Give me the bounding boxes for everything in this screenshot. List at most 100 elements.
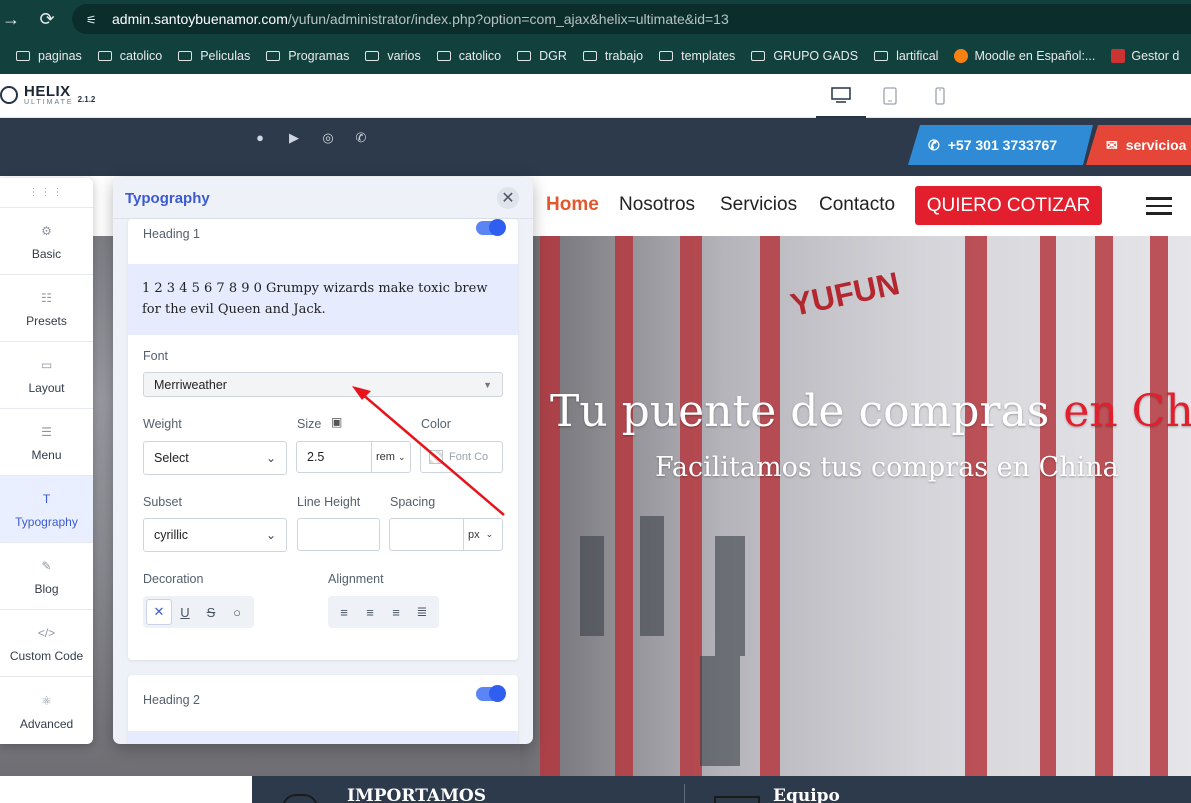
font-select[interactable]: Merriweather ▼ (143, 372, 503, 397)
no-decoration-icon[interactable]: ✕ (146, 599, 172, 625)
overline-icon[interactable]: ○ (224, 599, 250, 625)
decoration-label: Decoration (143, 572, 204, 586)
nav-contacto[interactable]: Contacto (819, 194, 895, 216)
youtube-icon[interactable]: ▶ (286, 130, 302, 146)
close-icon[interactable]: ✕ (497, 187, 519, 209)
spacing-unit-select[interactable]: px ⌄ (463, 518, 503, 551)
weight-select[interactable]: Select ⌄ (143, 441, 287, 475)
hero-title: Tu puente de compras en Chi (550, 386, 1191, 437)
window (700, 656, 740, 766)
heading1-label: Heading 1 (143, 227, 200, 241)
nav-home[interactable]: Home (546, 194, 599, 216)
line-height-input[interactable] (297, 518, 380, 551)
banner-stripe (760, 236, 780, 776)
instagram-icon[interactable]: ◎ (320, 130, 336, 146)
banner-stripe (1095, 236, 1113, 776)
strikethrough-icon[interactable]: S (198, 599, 224, 625)
sidebar-item-custom-code[interactable]: </> Custom Code (0, 610, 93, 677)
helix-logo-icon (0, 86, 18, 104)
browser-address-bar: → ⟳ ⚟ admin.santoybuenamor.com/yufun/adm… (0, 0, 1191, 38)
reload-icon[interactable]: ⟳ (36, 9, 58, 30)
banner-stripe (1150, 236, 1168, 776)
bookmark-item[interactable]: Programas (266, 49, 349, 63)
nav-nosotros[interactable]: Nosotros (619, 194, 695, 216)
banner-stripe (1040, 236, 1056, 776)
bookmark-item[interactable]: varios (365, 49, 421, 63)
helix-logo-subtitle: ULTIMATE (24, 99, 74, 106)
align-justify-icon[interactable]: ≣ (409, 599, 435, 625)
sidebar-item-advanced[interactable]: ⚛ Advanced (0, 677, 93, 744)
tablet-view-button[interactable] (865, 74, 915, 118)
sidebar-item-layout[interactable]: ▭ Layout (0, 342, 93, 409)
phone-link[interactable]: ✆ +57 301 3733767 (908, 125, 1093, 165)
sidebar-item-label: Menu (31, 448, 62, 462)
mobile-view-button[interactable] (915, 74, 965, 118)
heading2-toggle[interactable] (476, 685, 506, 702)
spacing-label: Spacing (390, 495, 436, 509)
drag-handle-icon[interactable]: ⋮⋮⋮ (0, 178, 93, 208)
helix-sidebar: ⋮⋮⋮ ⚙ Basic ☷ Presets ▭ Layout ☰ Menu T … (0, 178, 93, 744)
size-unit-select[interactable]: rem ⌄ (371, 441, 411, 473)
sidebar-item-menu[interactable]: ☰ Menu (0, 409, 93, 476)
bookmark-item[interactable]: DGR (517, 49, 567, 63)
desktop-icon (831, 87, 851, 103)
url-path: /yufun/administrator/index.php?option=co… (287, 11, 729, 27)
helix-logo: HELIX ULTIMATE 2.1.2 (0, 84, 95, 106)
size-label: Size (297, 417, 322, 431)
url-host: admin.santoybuenamor.com (112, 11, 288, 27)
whatsapp-icon[interactable]: ✆ (353, 130, 369, 146)
window (715, 536, 745, 656)
helix-toolbar: HELIX ULTIMATE 2.1.2 (0, 74, 1191, 118)
align-right-icon[interactable]: ≡ (383, 599, 409, 625)
sidebar-item-presets[interactable]: ☷ Presets (0, 275, 93, 342)
folder-icon (97, 51, 112, 61)
code-icon: </> (37, 626, 56, 640)
sidebar-item-typography[interactable]: T Typography (0, 476, 93, 543)
sidebar-item-label: Basic (31, 247, 62, 261)
layout-icon: ▭ (40, 358, 53, 372)
helix-logo-title: HELIX (24, 83, 71, 100)
typography-panel: Typography ✕ Heading 1 1 2 3 4 5 6 7 8 9… (113, 177, 533, 744)
advanced-icon: ⚛ (41, 693, 52, 708)
bookmark-item[interactable]: trabajo (582, 49, 643, 63)
bookmark-item[interactable]: Moodle en Español:... (954, 49, 1095, 63)
bookmark-item[interactable]: templates (659, 49, 735, 63)
color-swatch-icon (429, 450, 443, 464)
sidebar-item-blog[interactable]: ✎ Blog (0, 543, 93, 610)
spacing-input[interactable] (389, 518, 465, 551)
bookmark-item[interactable]: Gestor d (1111, 49, 1179, 63)
alignment-buttons: ≡ ≡ ≡ ≣ (328, 596, 439, 628)
facebook-icon[interactable]: ● (252, 130, 268, 145)
sidebar-item-basic[interactable]: ⚙ Basic (0, 208, 93, 275)
underline-icon[interactable]: U (172, 599, 198, 625)
bookmark-item[interactable]: Peliculas (178, 49, 250, 63)
heading1-toggle[interactable] (476, 219, 506, 236)
forward-icon[interactable]: → (0, 9, 22, 30)
folder-icon (436, 51, 451, 61)
email-link[interactable]: ✉ servicioa (1086, 125, 1191, 165)
email-text: servicioa (1125, 137, 1187, 153)
align-left-icon[interactable]: ≡ (331, 599, 357, 625)
bookmark-item[interactable]: lartifical (874, 49, 938, 63)
bookmarks-bar: paginas catolico Peliculas Programas var… (0, 38, 1191, 74)
gestor-icon (1111, 49, 1126, 63)
banner-stripe (615, 236, 633, 776)
url-field[interactable]: ⚟ admin.santoybuenamor.com/yufun/adminis… (72, 4, 1191, 34)
responsive-device-icon[interactable]: ▣ (331, 415, 342, 429)
bookmark-item[interactable]: catolico (436, 49, 501, 63)
hamburger-menu-icon[interactable] (1146, 197, 1172, 215)
font-color-input[interactable]: Font Co (420, 441, 503, 473)
nav-servicios[interactable]: Servicios (720, 194, 797, 216)
desktop-view-button[interactable] (816, 74, 866, 118)
bookmark-item[interactable]: paginas (16, 49, 82, 63)
mail-icon: ✉ (1106, 136, 1118, 153)
size-input[interactable]: 2.5 (296, 441, 372, 473)
window (640, 516, 664, 636)
bookmark-item[interactable]: GRUPO GADS (751, 49, 858, 63)
bookmark-item[interactable]: catolico (97, 49, 162, 63)
subset-select[interactable]: cyrillic ⌄ (143, 518, 287, 552)
align-center-icon[interactable]: ≡ (357, 599, 383, 625)
site-info-icon[interactable]: ⚟ (86, 13, 102, 27)
sliders-icon: ☷ (41, 291, 52, 305)
quote-button[interactable]: QUIERO COTIZAR (915, 186, 1102, 225)
